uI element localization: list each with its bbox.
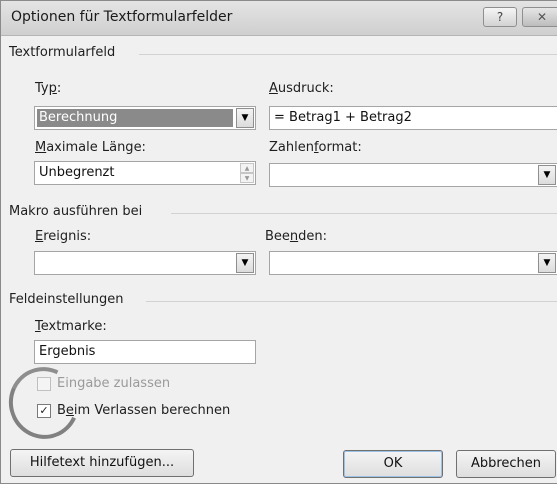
beenden-select[interactable]: ▼ xyxy=(269,251,557,275)
ereignis-label: Ereignis: xyxy=(35,229,92,244)
chevron-down-icon[interactable]: ▼ xyxy=(236,253,254,273)
help-icon[interactable]: ? xyxy=(483,7,517,27)
format-label: Zahlenformat: xyxy=(269,140,362,155)
typ-select[interactable]: Berechnung ▼ xyxy=(34,106,256,130)
textmarke-input[interactable]: Ergebnis xyxy=(34,340,256,364)
group-settings-label: Feldeinstellungen xyxy=(9,292,124,307)
title-bar: Optionen für Textformularfelder ? ✕ xyxy=(1,1,557,36)
group-divider xyxy=(171,213,557,214)
ok-button[interactable]: OK xyxy=(343,450,443,478)
typ-selected-value: Berechnung xyxy=(37,109,233,127)
maxlen-input[interactable]: Unbegrenzt ▲ ▼ xyxy=(34,161,256,185)
chevron-down-icon[interactable]: ▼ xyxy=(538,165,556,185)
ausdruck-input[interactable]: = Betrag1 + Betrag2 xyxy=(269,106,557,130)
format-select[interactable]: ▼ xyxy=(269,163,557,187)
maxlen-value: Unbegrenzt xyxy=(39,165,115,180)
spin-down-icon[interactable]: ▼ xyxy=(240,173,254,183)
typ-label: Typ: xyxy=(35,81,62,96)
chevron-down-icon[interactable]: ▼ xyxy=(538,253,556,273)
add-help-text-button[interactable]: Hilfetext hinzufügen... xyxy=(10,449,194,477)
group-divider xyxy=(139,54,557,55)
chevron-down-icon[interactable]: ▼ xyxy=(236,108,254,128)
highlight-circle xyxy=(0,357,90,449)
spin-up-icon[interactable]: ▲ xyxy=(240,163,254,173)
verlassen-label: Beim Verlassen berechnen xyxy=(57,403,231,418)
textmarke-label: Textmarke: xyxy=(35,319,107,334)
group-textformfield-label: Textformularfeld xyxy=(9,45,116,60)
dialog-window: Optionen für Textformularfelder ? ✕ Text… xyxy=(0,0,557,484)
group-divider xyxy=(146,301,557,302)
group-macro-label: Makro ausführen bei xyxy=(9,204,143,219)
dialog-title: Optionen für Textformularfelder xyxy=(11,9,233,25)
close-icon[interactable]: ✕ xyxy=(522,7,557,27)
maxlen-label: Maximale Länge: xyxy=(35,140,146,155)
ausdruck-label: Ausdruck: xyxy=(269,81,334,96)
cancel-button[interactable]: Abbrechen xyxy=(456,450,556,478)
maxlen-spinner[interactable]: ▲ ▼ xyxy=(240,163,254,183)
beenden-label: Beenden: xyxy=(265,229,328,244)
ereignis-select[interactable]: ▼ xyxy=(34,251,256,275)
